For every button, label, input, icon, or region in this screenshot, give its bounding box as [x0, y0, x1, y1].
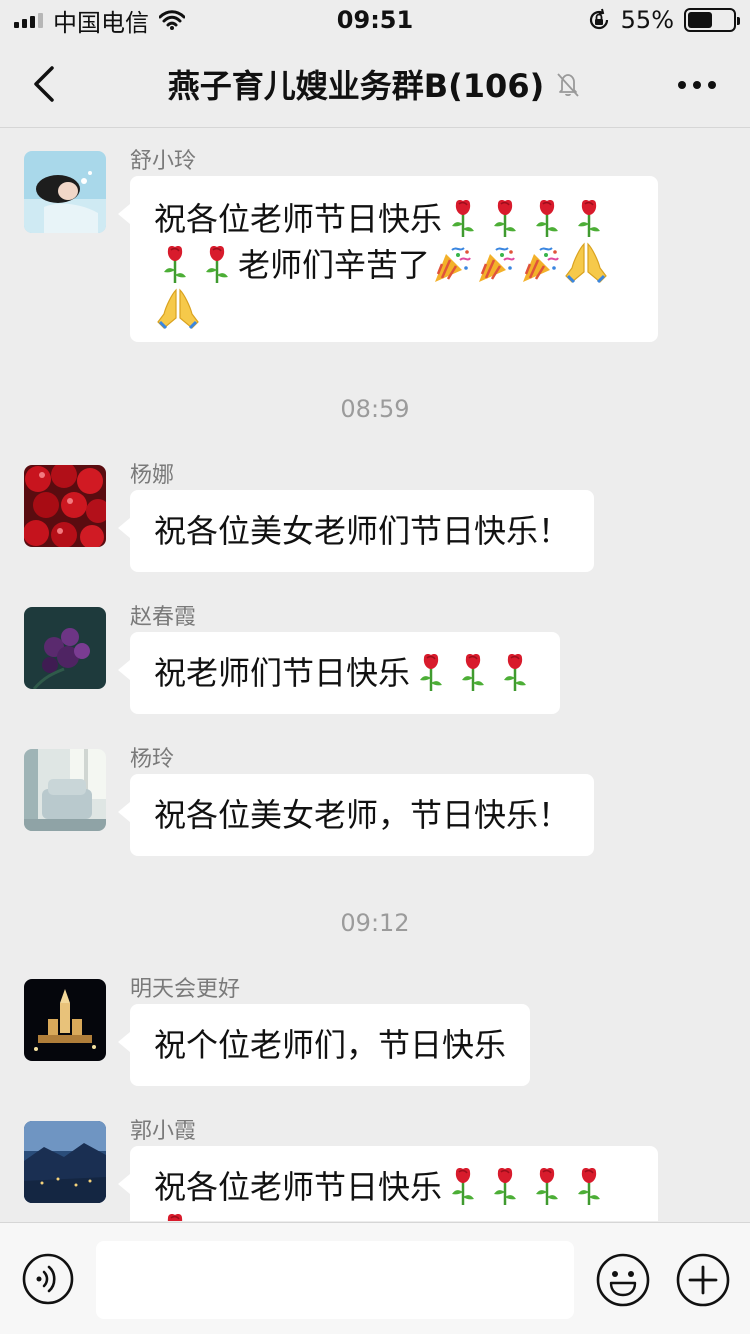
- message-bubble[interactable]: 祝各位美女老师们节日快乐！: [117, 490, 595, 572]
- wifi-icon: [159, 10, 185, 30]
- avatar[interactable]: [24, 465, 106, 547]
- rose-icon: [498, 652, 532, 692]
- battery-icon: [684, 8, 740, 32]
- avatar[interactable]: [24, 1121, 106, 1203]
- rose-icon: [488, 198, 522, 238]
- rose-icon: [158, 244, 192, 284]
- carrier-label: 中国电信: [53, 8, 149, 37]
- avatar-image: [24, 979, 106, 1061]
- sender-name: 郭小霞: [130, 1119, 197, 1144]
- sender-name: 舒小玲: [130, 149, 197, 174]
- status-right: 55%: [587, 6, 740, 34]
- rose-icon: [530, 1166, 564, 1206]
- avatar[interactable]: [24, 979, 106, 1061]
- rose-icon: [446, 198, 480, 238]
- party-popper-icon: [476, 244, 516, 284]
- avatar-image: [24, 151, 106, 233]
- chat-title-text: 燕子育儿嫂业务群B(106): [167, 66, 545, 105]
- time-divider: 09:12: [340, 909, 410, 937]
- message-input[interactable]: [96, 1241, 574, 1319]
- battery-fill: [688, 12, 713, 28]
- message-text: 祝各位美女老师们节日快乐！: [154, 512, 571, 550]
- avatar-image: [24, 607, 106, 689]
- status-bar: 中国电信 09:51 55%: [0, 0, 750, 40]
- bell-mute-icon: [557, 72, 579, 97]
- time-divider: 08:59: [340, 395, 410, 423]
- rotation-lock-icon: [589, 8, 608, 30]
- plus-icon[interactable]: [676, 1253, 730, 1307]
- rose-icon: [456, 652, 490, 692]
- sender-name: 杨玲: [130, 747, 175, 772]
- chat-title: 燕子育儿嫂业务群B(106): [168, 61, 582, 107]
- more-dots-icon[interactable]: [678, 70, 722, 100]
- rose-icon: [446, 1166, 480, 1206]
- message-text: 祝个位老师们，节日快乐: [154, 1026, 507, 1064]
- rose-icon: [414, 652, 448, 692]
- pray-hands-icon: [564, 242, 608, 284]
- pray-hands-icon: [156, 288, 200, 330]
- message-text-line: 老师们辛苦了: [154, 242, 634, 288]
- chevron-left-icon[interactable]: [26, 62, 66, 106]
- avatar[interactable]: [24, 151, 106, 233]
- message-bubble[interactable]: 祝各位美女老师，节日快乐！: [117, 774, 595, 856]
- message-text-line: 祝各位老师节日快乐: [154, 196, 634, 242]
- message-text-line: 祝各位老师节日快乐: [154, 1164, 634, 1210]
- signal-icon: [14, 12, 43, 28]
- rose-icon: [572, 1166, 606, 1206]
- message-text: 祝各位美女老师，节日快乐！: [154, 796, 571, 834]
- avatar-image: [24, 465, 106, 547]
- message-bubble[interactable]: 祝各位老师节日快乐 老师们辛苦了: [118, 176, 658, 342]
- avatar-image: [24, 749, 106, 831]
- rose-icon: [572, 198, 606, 238]
- party-popper-icon: [520, 244, 560, 284]
- battery-percent: 55%: [620, 6, 674, 34]
- message-text: 祝各位老师节日快乐: [154, 1168, 443, 1206]
- nav-bar: 燕子育儿嫂业务群B(106): [0, 40, 750, 128]
- rose-icon: [530, 198, 564, 238]
- message-bubble[interactable]: 祝老师们节日快乐: [117, 632, 561, 714]
- message-bubble[interactable]: 祝个位老师们，节日快乐: [117, 1004, 531, 1086]
- sender-name: 杨娜: [130, 463, 175, 488]
- message-bubble[interactable]: 祝各位老师节日快乐: [118, 1146, 658, 1221]
- message-text: 祝老师们节日快乐: [154, 654, 411, 692]
- message-text-line: [154, 1210, 634, 1221]
- rose-icon: [158, 1212, 192, 1221]
- sender-name: 明天会更好: [130, 977, 241, 1002]
- voice-icon[interactable]: [22, 1253, 74, 1305]
- status-left: 中国电信: [14, 3, 185, 38]
- rose-icon: [488, 1166, 522, 1206]
- party-popper-icon: [432, 244, 472, 284]
- avatar[interactable]: [24, 607, 106, 689]
- smile-icon[interactable]: [596, 1253, 650, 1307]
- message-text: 祝各位老师节日快乐: [154, 200, 443, 238]
- input-bar: [0, 1222, 750, 1334]
- avatar[interactable]: [24, 749, 106, 831]
- avatar-image: [24, 1121, 106, 1203]
- chat-area[interactable]: 舒小玲 祝各位老师节日快乐 老师们辛苦了 08:59 杨娜 祝各位美女老师们节日…: [0, 129, 750, 1221]
- sender-name: 赵春霞: [130, 605, 197, 630]
- message-text-line: [154, 288, 634, 334]
- message-text: 老师们辛苦了: [238, 246, 431, 284]
- rose-icon: [200, 244, 234, 284]
